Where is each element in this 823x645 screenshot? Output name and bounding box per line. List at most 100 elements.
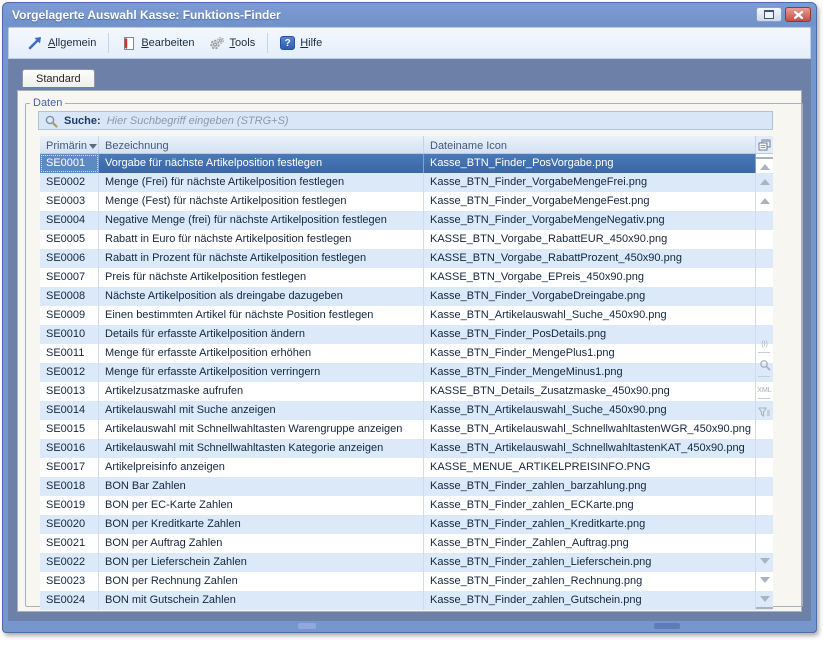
table-row[interactable]: SE0009 Einen bestimmten Artikel für näch… xyxy=(40,306,756,325)
cell-primaerindex[interactable]: SE0011 xyxy=(40,344,99,363)
cell-dateiname[interactable]: Kasse_BTN_Artikelauswahl_Suche_450x90.pn… xyxy=(424,401,756,420)
column-header-bezeichnung[interactable]: Bezeichnung xyxy=(99,136,424,153)
cell-dateiname[interactable]: Kasse_BTN_Finder_zahlen_Gutschein.png xyxy=(424,591,756,610)
cell-primaerindex[interactable]: SE0016 xyxy=(40,439,99,458)
cell-bezeichnung[interactable]: Negative Menge (frei) für nächste Artike… xyxy=(99,211,424,230)
cell-dateiname[interactable]: Kasse_BTN_Artikelauswahl_Schnellwahltast… xyxy=(424,439,756,458)
cell-bezeichnung[interactable]: Details für erfasste Artikelposition änd… xyxy=(99,325,424,344)
table-row[interactable]: SE0014 Artikelauswahl mit Suche anzeigen… xyxy=(40,401,756,420)
cell-dateiname[interactable]: KASSE_BTN_Details_Zusatzmaske_450x90.png xyxy=(424,382,756,401)
cell-dateiname[interactable]: Kasse_BTN_Finder_zahlen_Kreditkarte.png xyxy=(424,515,756,534)
column-header-dateiname[interactable]: Dateiname Icon xyxy=(424,136,756,153)
table-row[interactable]: SE0002 Menge (Frei) für nächste Artikelp… xyxy=(40,173,756,192)
cell-dateiname[interactable]: Kasse_BTN_Finder_PosVorgabe.png xyxy=(424,154,756,173)
cell-primaerindex[interactable]: SE0002 xyxy=(40,173,99,192)
next-row-button[interactable] xyxy=(756,554,773,568)
cell-primaerindex[interactable]: SE0003 xyxy=(40,192,99,211)
cell-bezeichnung[interactable]: Menge für erfasste Artikelposition erhöh… xyxy=(99,344,424,363)
search-input[interactable]: Hier Suchbegriff eingeben (STRG+S) xyxy=(107,115,289,127)
cell-primaerindex[interactable]: SE0008 xyxy=(40,287,99,306)
cell-primaerindex[interactable]: SE0010 xyxy=(40,325,99,344)
cell-bezeichnung[interactable]: Menge für erfasste Artikelposition verri… xyxy=(99,363,424,382)
cell-dateiname[interactable]: Kasse_BTN_Finder_VorgabeDreingabe.png xyxy=(424,287,756,306)
menu-bearbeiten[interactable]: Bearbeiten xyxy=(114,33,201,54)
cell-bezeichnung[interactable]: BON per Auftrag Zahlen xyxy=(99,534,424,553)
cell-dateiname[interactable]: Kasse_BTN_Finder_VorgabeMengeFrei.png xyxy=(424,173,756,192)
cell-bezeichnung[interactable]: BON per Lieferschein Zahlen xyxy=(99,553,424,572)
tab-standard[interactable]: Standard xyxy=(22,69,95,87)
table-row[interactable]: SE0020 BON per Kreditkarte Zahlen Kasse_… xyxy=(40,515,756,534)
previous-row-button[interactable] xyxy=(756,194,773,208)
table-row[interactable]: SE0016 Artikelauswahl mit Schnellwahltas… xyxy=(40,439,756,458)
cell-dateiname[interactable]: Kasse_BTN_Finder_Zahlen_Auftrag.png xyxy=(424,534,756,553)
menu-hilfe[interactable]: ? Hilfe xyxy=(273,33,329,53)
cell-dateiname[interactable]: Kasse_BTN_Finder_zahlen_ECKarte.png xyxy=(424,496,756,515)
cell-bezeichnung[interactable]: Artikelauswahl mit Schnellwahltasten Kat… xyxy=(99,439,424,458)
cell-bezeichnung[interactable]: BON Bar Zahlen xyxy=(99,477,424,496)
cell-primaerindex[interactable]: SE0021 xyxy=(40,534,99,553)
cell-primaerindex[interactable]: SE0014 xyxy=(40,401,99,420)
cell-bezeichnung[interactable]: BON per EC-Karte Zahlen xyxy=(99,496,424,515)
title-bar[interactable]: Vorgelagerte Auswahl Kasse: Funktions-Fi… xyxy=(3,3,816,26)
cell-primaerindex[interactable]: SE0009 xyxy=(40,306,99,325)
cell-bezeichnung[interactable]: Nächste Artikelposition als dreingabe da… xyxy=(99,287,424,306)
table-row[interactable]: SE0019 BON per EC-Karte Zahlen Kasse_BTN… xyxy=(40,496,756,515)
cell-bezeichnung[interactable]: Menge (Frei) für nächste Artikelposition… xyxy=(99,173,424,192)
cell-dateiname[interactable]: Kasse_BTN_Artikelauswahl_Schnellwahltast… xyxy=(424,420,756,439)
cell-primaerindex[interactable]: SE0020 xyxy=(40,515,99,534)
table-row[interactable]: SE0012 Menge für erfasste Artikelpositio… xyxy=(40,363,756,382)
cell-primaerindex[interactable]: SE0019 xyxy=(40,496,99,515)
table-row[interactable]: SE0013 Artikelzusatzmaske aufrufen KASSE… xyxy=(40,382,756,401)
column-chooser-button[interactable] xyxy=(756,136,773,154)
column-header-primaerindex[interactable]: Primärin xyxy=(40,136,99,153)
cell-primaerindex[interactable]: SE0017 xyxy=(40,458,99,477)
menu-allgemein[interactable]: Allgemein xyxy=(21,33,103,53)
table-row[interactable]: SE0010 Details für erfasste Artikelposit… xyxy=(40,325,756,344)
cell-bezeichnung[interactable]: BON per Kreditkarte Zahlen xyxy=(99,515,424,534)
table-row[interactable]: SE0001 Vorgabe für nächste Artikelpositi… xyxy=(40,154,756,173)
cell-bezeichnung[interactable]: Rabatt in Prozent für nächste Artikelpos… xyxy=(99,249,424,268)
page-down-button[interactable] xyxy=(756,573,773,587)
table-row[interactable]: SE0017 Artikelpreisinfo anzeigen KASSE_M… xyxy=(40,458,756,477)
cell-primaerindex[interactable]: SE0005 xyxy=(40,230,99,249)
go-first-row-button[interactable] xyxy=(756,157,773,174)
cell-bezeichnung[interactable]: Vorgabe für nächste Artikelposition fest… xyxy=(99,154,424,173)
cell-bezeichnung[interactable]: Artikelauswahl mit Suche anzeigen xyxy=(99,401,424,420)
table-row[interactable]: SE0004 Negative Menge (frei) für nächste… xyxy=(40,211,756,230)
table-row[interactable]: SE0021 BON per Auftrag Zahlen Kasse_BTN_… xyxy=(40,534,756,553)
cell-primaerindex[interactable]: SE0007 xyxy=(40,268,99,287)
cell-bezeichnung[interactable]: Artikelpreisinfo anzeigen xyxy=(99,458,424,477)
table-row[interactable]: SE0006 Rabatt in Prozent für nächste Art… xyxy=(40,249,756,268)
cell-primaerindex[interactable]: SE0004 xyxy=(40,211,99,230)
cell-bezeichnung[interactable]: Einen bestimmten Artikel für nächste Pos… xyxy=(99,306,424,325)
cell-bezeichnung[interactable]: BON per Rechnung Zahlen xyxy=(99,572,424,591)
cell-primaerindex[interactable]: SE0012 xyxy=(40,363,99,382)
cell-primaerindex[interactable]: SE0006 xyxy=(40,249,99,268)
table-row[interactable]: SE0022 BON per Lieferschein Zahlen Kasse… xyxy=(40,553,756,572)
cell-bezeichnung[interactable]: Preis für nächste Artikelposition festle… xyxy=(99,268,424,287)
cell-dateiname[interactable]: Kasse_BTN_Finder_zahlen_barzahlung.png xyxy=(424,477,756,496)
cell-primaerindex[interactable]: SE0015 xyxy=(40,420,99,439)
page-up-button[interactable] xyxy=(756,175,773,189)
cell-dateiname[interactable]: Kasse_BTN_Finder_zahlen_Lieferschein.png xyxy=(424,553,756,572)
go-last-row-button[interactable] xyxy=(756,592,773,609)
cell-primaerindex[interactable]: SE0013 xyxy=(40,382,99,401)
cell-dateiname[interactable]: Kasse_BTN_Finder_VorgabeMengeFest.png xyxy=(424,192,756,211)
cell-bezeichnung[interactable]: Artikelzusatzmaske aufrufen xyxy=(99,382,424,401)
cell-primaerindex[interactable]: SE0024 xyxy=(40,591,99,610)
cell-dateiname[interactable]: Kasse_BTN_Artikelauswahl_Suche_450x90.pn… xyxy=(424,306,756,325)
cell-primaerindex[interactable]: SE0001 xyxy=(40,154,99,173)
table-row[interactable]: SE0005 Rabatt in Euro für nächste Artike… xyxy=(40,230,756,249)
table-row[interactable]: SE0018 BON Bar Zahlen Kasse_BTN_Finder_z… xyxy=(40,477,756,496)
table-row[interactable]: SE0024 BON mit Gutschein Zahlen Kasse_BT… xyxy=(40,591,756,610)
grid-search-button[interactable] xyxy=(756,358,773,372)
menu-tools[interactable]: Tools xyxy=(202,33,263,54)
table-row[interactable]: SE0008 Nächste Artikelposition als drein… xyxy=(40,287,756,306)
table-row[interactable]: SE0007 Preis für nächste Artikelposition… xyxy=(40,268,756,287)
cell-dateiname[interactable]: KASSE_BTN_Vorgabe_RabattEUR_450x90.png xyxy=(424,230,756,249)
cell-bezeichnung[interactable]: BON mit Gutschein Zahlen xyxy=(99,591,424,610)
cell-dateiname[interactable]: KASSE_BTN_Vorgabe_EPreis_450x90.png xyxy=(424,268,756,287)
filter-button[interactable] xyxy=(756,405,773,419)
cell-primaerindex[interactable]: SE0023 xyxy=(40,572,99,591)
cell-primaerindex[interactable]: SE0022 xyxy=(40,553,99,572)
